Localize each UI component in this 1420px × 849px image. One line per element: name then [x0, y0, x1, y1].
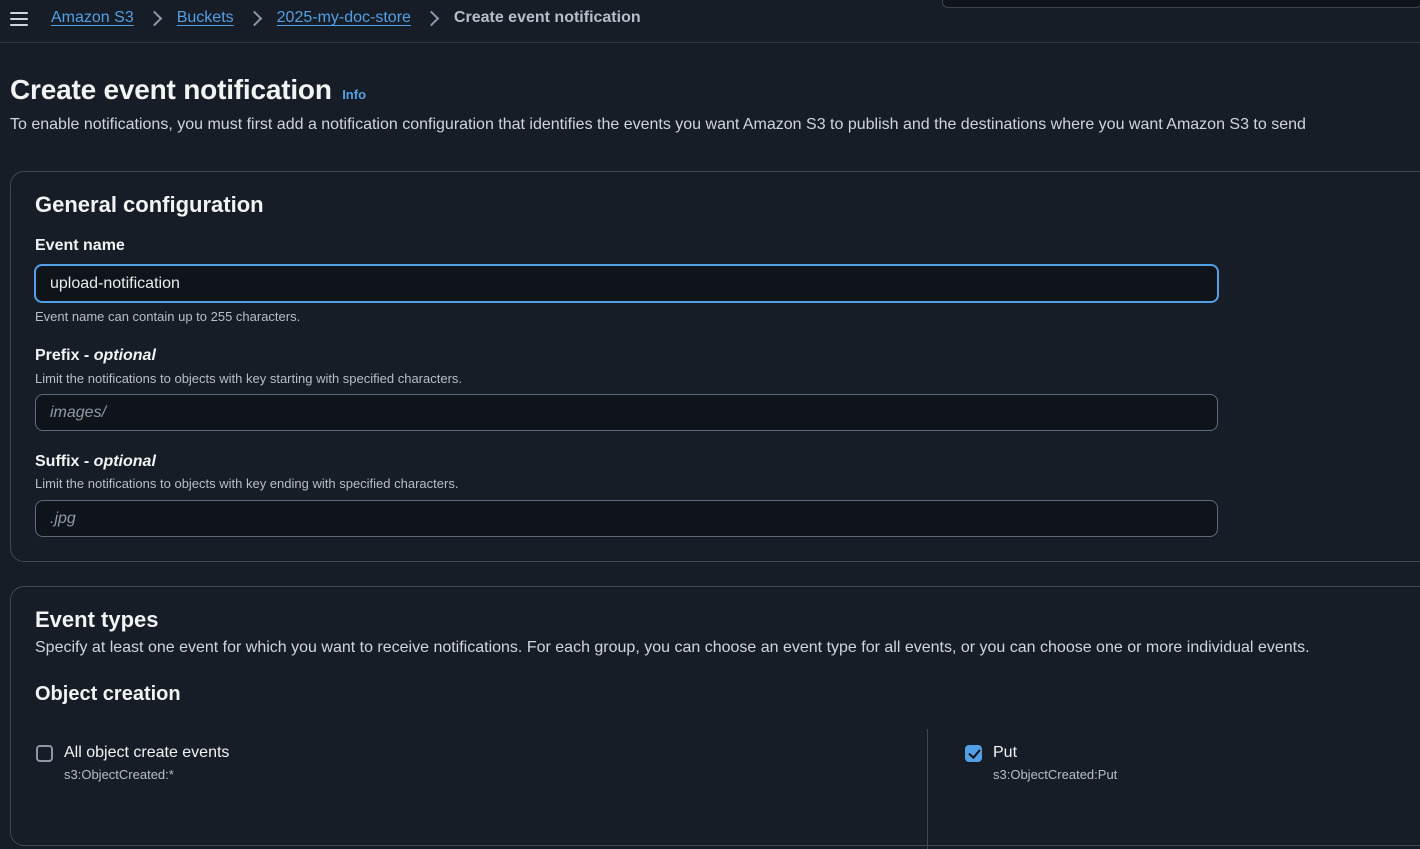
object-creation-heading: Object creation	[35, 683, 181, 705]
suffix-label: Suffix - optional	[35, 453, 156, 470]
overlay-panel-edge	[942, 0, 1420, 8]
all-object-create-events-label[interactable]: All object create events	[64, 744, 229, 762]
all-object-create-events-code: s3:ObjectCreated:*	[64, 767, 174, 782]
column-divider	[927, 729, 928, 849]
prefix-input[interactable]	[35, 394, 1218, 431]
optional-tag: optional	[93, 347, 156, 364]
event-name-hint: Event name can contain up to 255 charact…	[35, 309, 301, 324]
breadcrumb-link-amazon-s3[interactable]: Amazon S3	[51, 9, 134, 27]
suffix-input[interactable]	[35, 500, 1218, 537]
hamburger-menu-icon[interactable]	[10, 12, 28, 28]
chevron-right-icon	[423, 10, 440, 26]
prefix-label-text: Prefix	[35, 347, 80, 364]
chevron-right-icon	[146, 10, 162, 26]
panel-title: Event types	[35, 607, 159, 632]
page-description: To enable notifications, you must first …	[10, 116, 1306, 133]
page-title: Create event notification	[10, 74, 332, 105]
event-types-description: Specify at least one event for which you…	[35, 639, 1310, 656]
general-configuration-panel: General configuration Event name Event n…	[10, 171, 1420, 562]
breadcrumb-link-buckets[interactable]: Buckets	[177, 9, 234, 27]
prefix-hint: Limit the notifications to objects with …	[35, 371, 463, 386]
put-label[interactable]: Put	[993, 744, 1017, 762]
put-code: s3:ObjectCreated:Put	[993, 767, 1118, 782]
top-navigation-bar: Amazon S3 Buckets 2025-my-doc-store Crea…	[0, 0, 1420, 43]
panel-title: General configuration	[35, 192, 264, 217]
put-checkbox[interactable]	[965, 745, 982, 762]
event-types-panel: Event types Specify at least one event f…	[10, 586, 1420, 849]
breadcrumb-link-bucket[interactable]: 2025-my-doc-store	[277, 9, 411, 27]
chevron-right-icon	[246, 10, 262, 26]
breadcrumb: Amazon S3 Buckets 2025-my-doc-store Crea…	[51, 9, 641, 27]
suffix-hint: Limit the notifications to objects with …	[35, 476, 459, 491]
all-object-create-events-checkbox[interactable]	[36, 745, 53, 762]
breadcrumb-current: Create event notification	[453, 9, 641, 26]
info-link[interactable]: Info	[342, 87, 366, 102]
page-header: Create event notification Info	[10, 74, 366, 106]
optional-tag: optional	[93, 453, 156, 470]
event-name-input[interactable]	[34, 264, 1219, 303]
suffix-label-text: Suffix	[35, 453, 80, 470]
event-name-label: Event name	[35, 237, 125, 254]
prefix-label: Prefix - optional	[35, 347, 156, 364]
